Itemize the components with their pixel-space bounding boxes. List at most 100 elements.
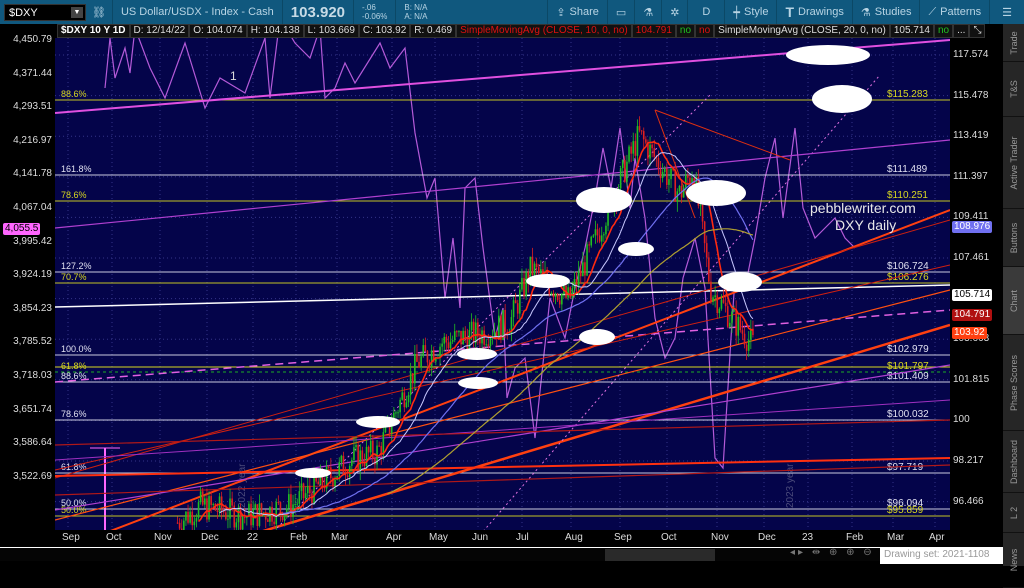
- chart-plot[interactable]: 2022 year 2023 year 88.6% $115.283 161.8% $11…: [55, 38, 950, 530]
- sma50-badge: 108.976: [952, 221, 993, 233]
- index-line: [104, 38, 856, 470]
- candle: [682, 187, 685, 198]
- studies-button[interactable]: ⚗ Studies: [851, 0, 920, 24]
- candle: [584, 262, 586, 276]
- candle: [735, 310, 737, 336]
- side-tab-chart[interactable]: Chart: [1003, 267, 1024, 335]
- candle: [474, 322, 477, 344]
- period-button[interactable]: D: [687, 0, 724, 24]
- flask-button[interactable]: ⚗: [634, 0, 661, 24]
- highlight-ellipse: [786, 45, 870, 65]
- patterns-button[interactable]: ⟋ Patterns: [919, 0, 989, 24]
- candle: [632, 141, 635, 154]
- candle: [206, 498, 208, 520]
- link-icon[interactable]: ⛓: [86, 0, 112, 24]
- candle: [521, 277, 523, 290]
- candle: [642, 131, 645, 140]
- side-tab-phase-scores[interactable]: Phase Scores: [1003, 335, 1024, 431]
- candle: [640, 130, 643, 132]
- fib-left-label: 78.6%: [61, 190, 87, 200]
- chevron-down-icon[interactable]: ▼: [71, 6, 83, 18]
- fib-left-label: 100.0%: [61, 344, 92, 354]
- side-tab-l-2[interactable]: L 2: [1003, 493, 1024, 533]
- right-axis-tick: 111.397: [953, 170, 988, 182]
- side-tab-news[interactable]: News: [1003, 533, 1024, 588]
- index-badge: 4,055.5: [3, 223, 41, 235]
- candle: [516, 303, 519, 314]
- zoom-controls[interactable]: ◂▸ ⇹ ⊕ ⊕ ⊖: [790, 547, 875, 558]
- x-axis-tick: Nov: [711, 532, 729, 543]
- collapse-icon[interactable]: ⤡: [969, 24, 986, 38]
- candle: [558, 300, 561, 305]
- fib-right-label: $102.979: [887, 344, 929, 355]
- fib-left-label: 70.7%: [61, 272, 87, 282]
- x-axis-tick: May: [429, 532, 448, 543]
- list-icon: ☰: [1002, 6, 1012, 19]
- sma10-label[interactable]: SimpleMovingAvg (CLOSE, 10, 0, no): [456, 24, 632, 38]
- candle: [187, 511, 189, 523]
- candle: [397, 412, 399, 414]
- right-axis-tick: 100: [953, 414, 970, 426]
- candle: [624, 160, 626, 182]
- x-axis-tick: Feb: [290, 532, 308, 543]
- menu-button[interactable]: ☰: [989, 0, 1024, 24]
- candle: [699, 204, 702, 206]
- candle: [489, 337, 492, 347]
- side-tab-dashboard[interactable]: Dashboard: [1003, 431, 1024, 493]
- x-axis-tick: Sep: [62, 532, 80, 543]
- right-axis-tick: 96.466: [953, 495, 984, 507]
- candle: [197, 502, 200, 519]
- chart-svg[interactable]: 2022 year 2023 year88.6% $115.283161.8% $11…: [55, 38, 950, 530]
- x-axis-tick: Jul: [516, 532, 529, 543]
- drawing-set-selector[interactable]: Drawing set: 2021-1108: [880, 547, 1003, 564]
- candle: [302, 483, 305, 499]
- right-axis-tick: 107.461: [953, 252, 990, 263]
- side-tab-trade[interactable]: Trade: [1003, 24, 1024, 62]
- text-icon: T: [785, 4, 795, 20]
- side-tab-buttons[interactable]: Buttons: [1003, 209, 1024, 267]
- candle: [399, 399, 401, 413]
- candle: [468, 330, 471, 351]
- candle: [745, 344, 748, 351]
- candle: [731, 311, 733, 323]
- symbol-input[interactable]: $DXY ▼: [4, 3, 86, 21]
- drawings-button[interactable]: T Drawings: [776, 0, 851, 24]
- candle: [212, 503, 215, 505]
- monitor-button[interactable]: ▭: [606, 0, 634, 24]
- side-tab-label: Dashboard: [1008, 439, 1019, 484]
- candle: [405, 402, 408, 408]
- fib-left-label: 88.6%: [61, 89, 87, 99]
- share-button[interactable]: ⇪ Share: [547, 0, 607, 24]
- fib-left-label: 78.6%: [61, 409, 87, 419]
- chart-info-bar: $DXY 10 Y 1D D: 12/14/22 O: 104.074 H: 1…: [57, 24, 986, 38]
- scroll-thumb[interactable]: [605, 549, 715, 561]
- candle: [443, 336, 446, 344]
- candle: [241, 517, 244, 530]
- sma10-badge: 104.791: [952, 309, 993, 321]
- candle: [535, 263, 538, 268]
- last-price-badge: 103.92: [952, 327, 987, 339]
- side-tab-label: Buttons: [1008, 222, 1019, 253]
- more-studies[interactable]: ...: [953, 24, 970, 38]
- scrollbar[interactable]: ◂▸ ⇹ ⊕ ⊕ ⊖: [0, 547, 1003, 561]
- sma10-flag1: no: [675, 24, 696, 38]
- side-tab-t-s[interactable]: T&S: [1003, 62, 1024, 117]
- sma20-label[interactable]: SimpleMovingAvg (CLOSE, 20, 0, no): [714, 24, 890, 38]
- sma20-value: 105.714: [889, 24, 934, 38]
- fib-right-label: $100.032: [887, 409, 929, 420]
- x-axis-tick: Mar: [887, 532, 905, 543]
- candle: [275, 502, 278, 525]
- candle: [204, 498, 206, 505]
- style-button[interactable]: ┿ Style: [724, 0, 776, 24]
- candle: [733, 310, 735, 312]
- side-tab-active-trader[interactable]: Active Trader: [1003, 117, 1024, 209]
- candle: [550, 293, 553, 295]
- right-axis-tick: 117.574: [953, 49, 989, 60]
- highlight-ellipse: [457, 348, 497, 360]
- settings-button[interactable]: ✲: [661, 0, 687, 24]
- candle: [741, 330, 744, 334]
- sma10-value: 104.791: [631, 24, 676, 38]
- candle: [743, 333, 746, 345]
- candle: [313, 473, 315, 504]
- side-tab-label: News: [1008, 548, 1019, 572]
